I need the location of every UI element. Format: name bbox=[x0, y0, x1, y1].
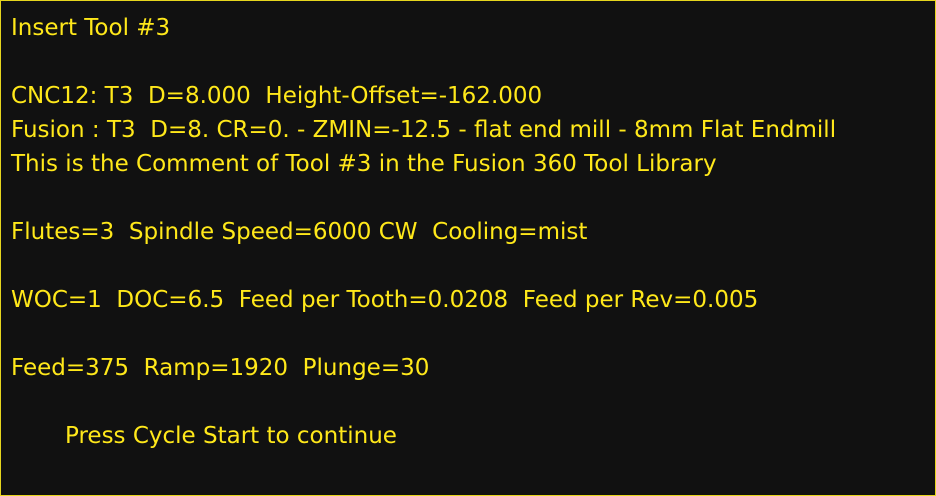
cutting-parameters: WOC=1 DOC=6.5 Feed per Tooth=0.0208 Feed… bbox=[11, 287, 759, 313]
tool-change-message-screen: Insert Tool #3 CNC12: T3 D=8.000 Height-… bbox=[0, 0, 936, 496]
feed-rates: Feed=375 Ramp=1920 Plunge=30 bbox=[11, 355, 430, 381]
fusion-tool-info: Fusion : T3 D=8. CR=0. - ZMIN=-12.5 - fl… bbox=[11, 117, 837, 143]
cycle-start-prompt: Press Cycle Start to continue bbox=[65, 423, 397, 449]
message-title: Insert Tool #3 bbox=[11, 15, 171, 41]
spindle-info: Flutes=3 Spindle Speed=6000 CW Cooling=m… bbox=[11, 219, 588, 245]
cnc12-tool-info: CNC12: T3 D=8.000 Height-Offset=-162.000 bbox=[11, 83, 543, 109]
tool-comment: This is the Comment of Tool #3 in the Fu… bbox=[11, 151, 717, 177]
